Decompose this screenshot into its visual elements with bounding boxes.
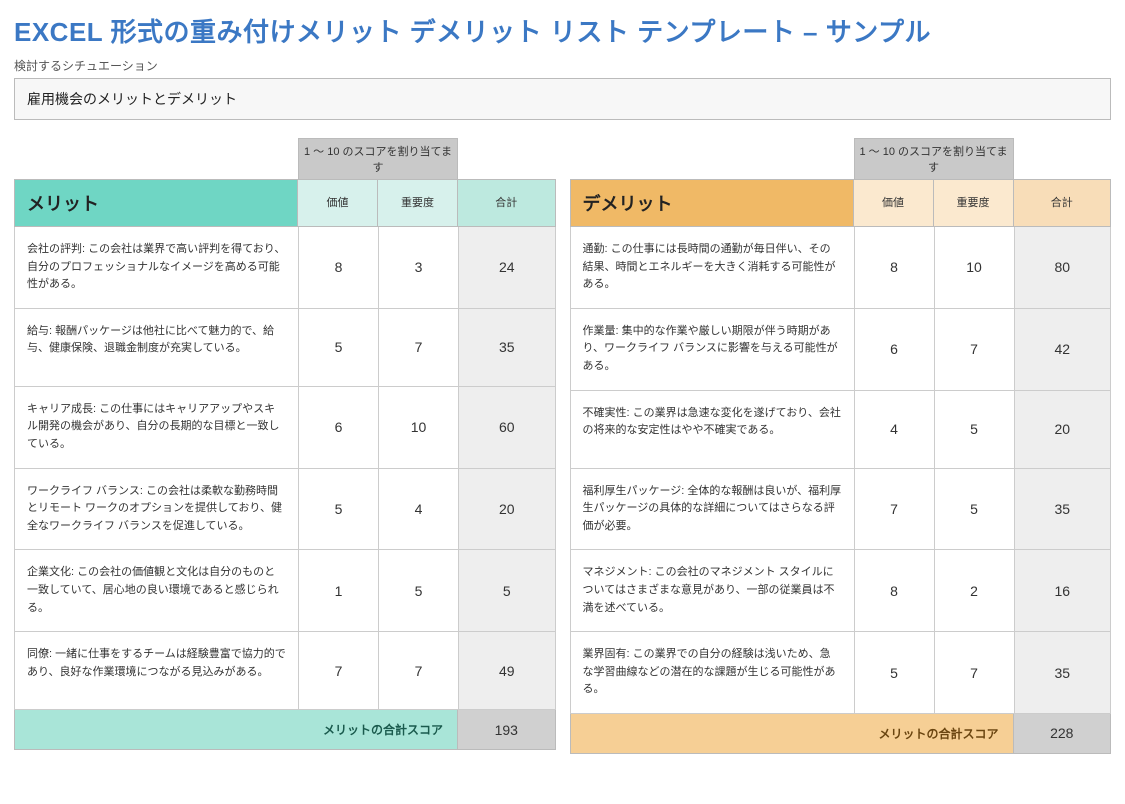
row-importance: 7 [934,309,1014,391]
row-description: キャリア成長: この仕事にはキャリアアップやスキル開発の機会があり、自分の長期的… [14,387,298,469]
row-description: 会社の評判: この会社は業界で高い評判を得ており、自分のプロフェッショナルなイメ… [14,227,298,309]
table-row: 福利厚生パッケージ: 全体的な報酬は良いが、福利厚生パッケージの具体的な詳細につ… [570,469,1112,551]
table-row: 会社の評判: この会社は業界で高い評判を得ており、自分のプロフェッショナルなイメ… [14,227,556,309]
row-total: 5 [458,550,556,632]
row-total: 60 [458,387,556,469]
pros-header-row: メリット 価値 重要度 合計 [14,179,556,227]
row-description: 作業量: 集中的な作業や厳しい期限が伴う時期があり、ワークライフ バランスに影響… [570,309,854,391]
table-row: 業界固有: この業界での自分の経験は浅いため、急な学習曲線などの潜在的な課題が生… [570,632,1112,714]
subtitle: 検討するシチュエーション [14,57,1111,74]
row-total: 35 [458,309,556,387]
header-value: 価値 [854,179,934,227]
row-description: マネジメント: この会社のマネジメント スタイルについてはさまざまな意見があり、… [570,550,854,632]
table-row: マネジメント: この会社のマネジメント スタイルについてはさまざまな意見があり、… [570,550,1112,632]
header-total: 合計 [1014,179,1112,227]
pros-total-row: メリットの合計スコア 193 [14,710,556,750]
score-note: 1 ～ 10 のスコアを割り当てます [298,138,458,179]
row-importance: 10 [378,387,458,469]
row-total: 49 [458,632,556,710]
row-value: 5 [298,309,378,387]
cons-total-score: 228 [1014,714,1112,754]
row-importance: 7 [378,309,458,387]
score-note: 1 ～ 10 のスコアを割り当てます [854,138,1014,179]
row-value: 5 [854,632,934,714]
table-row: キャリア成長: この仕事にはキャリアアップやスキル開発の機会があり、自分の長期的… [14,387,556,469]
row-description: 同僚: 一緒に仕事をするチームは経験豊富で協力的であり、良好な作業環境につながる… [14,632,298,710]
row-value: 4 [854,391,934,469]
pros-total-label: メリットの合計スコア [14,710,458,750]
pros-column: 1 ～ 10 のスコアを割り当てます メリット 価値 重要度 合計 会社の評判:… [14,138,556,754]
row-value: 6 [298,387,378,469]
table-row: 不確実性: この業界は急速な変化を遂げており、会社の将来的な安定性はやや不確実で… [570,391,1112,469]
row-description: ワークライフ バランス: この会社は柔軟な勤務時間とリモート ワークのオプション… [14,469,298,551]
header-importance: 重要度 [378,179,458,227]
pros-total-score: 193 [458,710,556,750]
row-description: 企業文化: この会社の価値観と文化は自分のものと一致していて、居心地の良い環境で… [14,550,298,632]
row-value: 5 [298,469,378,551]
row-value: 7 [854,469,934,551]
row-total: 20 [458,469,556,551]
row-importance: 5 [934,391,1014,469]
row-importance: 7 [378,632,458,710]
row-importance: 10 [934,227,1014,309]
row-value: 8 [298,227,378,309]
cons-total-label: メリットの合計スコア [570,714,1014,754]
row-importance: 2 [934,550,1014,632]
row-description: 福利厚生パッケージ: 全体的な報酬は良いが、福利厚生パッケージの具体的な詳細につ… [570,469,854,551]
cons-column: 1 ～ 10 のスコアを割り当てます デメリット 価値 重要度 合計 通勤: こ… [570,138,1112,754]
row-total: 24 [458,227,556,309]
cons-header-row: デメリット 価値 重要度 合計 [570,179,1112,227]
row-total: 42 [1014,309,1112,391]
pros-rows: 会社の評判: この会社は業界で高い評判を得ており、自分のプロフェッショナルなイメ… [14,227,556,710]
row-importance: 7 [934,632,1014,714]
row-importance: 3 [378,227,458,309]
cons-heading: デメリット [570,179,854,227]
pros-heading: メリット [14,179,298,227]
header-total: 合計 [458,179,556,227]
row-value: 1 [298,550,378,632]
row-description: 通勤: この仕事には長時間の通勤が毎日伴い、その結果、時間とエネルギーを大きく消… [570,227,854,309]
row-value: 6 [854,309,934,391]
table-row: 給与: 報酬パッケージは他社に比べて魅力的で、給与、健康保険、退職金制度が充実し… [14,309,556,387]
row-value: 8 [854,227,934,309]
header-value: 価値 [298,179,378,227]
row-importance: 5 [934,469,1014,551]
table-row: 作業量: 集中的な作業や厳しい期限が伴う時期があり、ワークライフ バランスに影響… [570,309,1112,391]
table-row: ワークライフ バランス: この会社は柔軟な勤務時間とリモート ワークのオプション… [14,469,556,551]
table-row: 企業文化: この会社の価値観と文化は自分のものと一致していて、居心地の良い環境で… [14,550,556,632]
row-description: 業界固有: この業界での自分の経験は浅いため、急な学習曲線などの潜在的な課題が生… [570,632,854,714]
table-row: 同僚: 一緒に仕事をするチームは経験豊富で協力的であり、良好な作業環境につながる… [14,632,556,710]
row-value: 7 [298,632,378,710]
row-total: 80 [1014,227,1112,309]
row-total: 20 [1014,391,1112,469]
cons-rows: 通勤: この仕事には長時間の通勤が毎日伴い、その結果、時間とエネルギーを大きく消… [570,227,1112,714]
row-value: 8 [854,550,934,632]
row-description: 給与: 報酬パッケージは他社に比べて魅力的で、給与、健康保険、退職金制度が充実し… [14,309,298,387]
row-description: 不確実性: この業界は急速な変化を遂げており、会社の将来的な安定性はやや不確実で… [570,391,854,469]
table-row: 通勤: この仕事には長時間の通勤が毎日伴い、その結果、時間とエネルギーを大きく消… [570,227,1112,309]
header-importance: 重要度 [934,179,1014,227]
situation-box: 雇用機会のメリットとデメリット [14,78,1111,120]
row-importance: 5 [378,550,458,632]
row-importance: 4 [378,469,458,551]
row-total: 35 [1014,469,1112,551]
row-total: 16 [1014,550,1112,632]
page-title: EXCEL 形式の重み付けメリット デメリット リスト テンプレート – サンプ… [14,12,1111,49]
cons-total-row: メリットの合計スコア 228 [570,714,1112,754]
row-total: 35 [1014,632,1112,714]
